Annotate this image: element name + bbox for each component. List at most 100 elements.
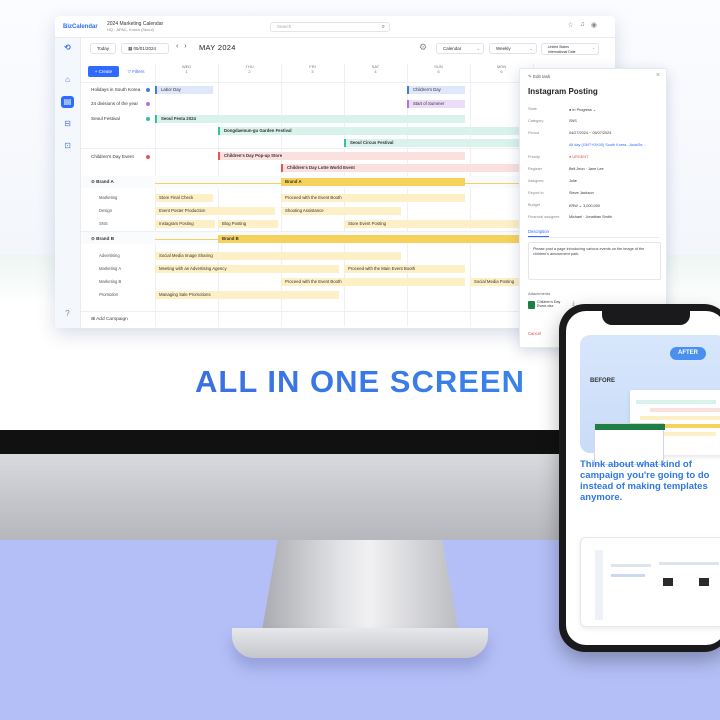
today-button[interactable]: Today (90, 43, 117, 54)
help-icon[interactable]: ? (61, 308, 74, 320)
event-sale-promotions[interactable]: Managing Sale Promotions (155, 291, 339, 299)
priority-value[interactable]: ● URGENT (569, 155, 588, 159)
view-select[interactable]: Calendar ⌄ (436, 43, 484, 54)
event-shooting-assistance[interactable]: Shooting Assistance (281, 207, 401, 215)
period-select[interactable]: Weekly ⌄ (489, 43, 537, 54)
thumb-bar (660, 424, 720, 428)
register-value[interactable]: Bell Jeon · Jane Lee (569, 167, 604, 171)
row-label-promotion[interactable]: Promotion (99, 292, 118, 297)
preview-line (611, 564, 651, 567)
assignee-value[interactable]: Julie (569, 179, 577, 183)
event-seoul-circus[interactable]: Seoul Circus Festival (344, 139, 534, 147)
globe-icon[interactable]: ◉ (591, 21, 597, 29)
field-key: Period (528, 131, 539, 135)
home-icon[interactable]: ⌂ (61, 74, 74, 86)
row-label-seoul-festival[interactable]: Seoul Festival (91, 116, 120, 121)
thumb-header (595, 424, 665, 430)
event-childrens-day[interactable]: Children's Day (407, 86, 465, 94)
briefcase-icon[interactable]: ⊡ (61, 140, 74, 152)
row-label-holidays[interactable]: Holidays in South Korea (91, 87, 140, 92)
task-title[interactable]: Instagram Posting (528, 87, 598, 96)
event-blog-posting[interactable]: Blog Posting (218, 220, 278, 228)
app-logo[interactable]: BizCalendar (63, 24, 107, 30)
event-brand-b[interactable]: Brand B (218, 235, 534, 243)
row-label-marketing-a[interactable]: Marketing A (99, 266, 121, 271)
row-label-marketing-b[interactable]: Marketing B (99, 279, 121, 284)
row-color-dot (146, 117, 150, 121)
create-button[interactable]: + Create (88, 66, 119, 77)
region-select[interactable]: United States International Date ⌄ (541, 43, 599, 55)
day-header: THU 2 (218, 64, 281, 74)
field-key: Category (528, 119, 544, 123)
filters-button[interactable]: ▽ Filters (121, 66, 151, 77)
monitor-stand (262, 540, 458, 630)
row-label-brand-b[interactable]: ⊖ Brand B (91, 236, 114, 242)
day-number: 3 (311, 69, 314, 74)
period-value[interactable]: 04/27/2024 ~ 05/07/2024 (569, 131, 611, 135)
row-color-dot (146, 88, 150, 92)
preview-line (611, 574, 645, 577)
period-select-value: Weekly (496, 46, 511, 51)
row-label-divisions[interactable]: 24 divisions of the year (91, 101, 138, 106)
star-icon[interactable]: ☆ (567, 21, 573, 29)
event-store-final-check[interactable]: Store Final Check (155, 194, 213, 202)
app-home-logo-icon[interactable]: ⟲ (61, 42, 74, 54)
close-icon[interactable]: × (656, 72, 660, 79)
gear-icon[interactable]: ⚙ (419, 42, 427, 53)
cancel-button[interactable]: Cancel (528, 331, 541, 336)
event-popup-store[interactable]: Children's Day Pop-up Store (218, 152, 465, 160)
event-start-of-summer[interactable]: Start of Summer (407, 100, 465, 108)
attachment-file[interactable]: Children's Day Event.xlsx (528, 300, 568, 312)
tab-description[interactable]: Description (528, 229, 549, 237)
allday-timezone[interactable]: All day (GMT+09:00) South Korea - Asia/S… (569, 143, 646, 147)
row-label-design[interactable]: Design (99, 208, 112, 213)
event-dongdaemun-festival[interactable]: Dongdaemun-gu Garden Festival (218, 127, 528, 135)
brand-b-label: Brand B (96, 236, 115, 241)
folder-icon[interactable]: ▤ (61, 96, 74, 108)
row-label-brand-a[interactable]: ⊖ Brand A (91, 179, 114, 185)
event-main-event-booth[interactable]: Proceed with the Main Event Booth (344, 265, 465, 273)
month-label: MAY 2024 (199, 43, 236, 52)
day-number: 1 (185, 69, 188, 74)
add-campaign-label: Add Campaign (96, 317, 128, 322)
event-lotte-world[interactable]: Children's Day Lotte World Event (281, 164, 533, 172)
event-seoul-festa[interactable]: Seoul Festa 2024 (155, 115, 465, 123)
row-label-advertising[interactable]: Advertising (99, 253, 120, 258)
event-agency-meeting[interactable]: Meeting with an Advertising Agency (155, 265, 339, 273)
bell-icon[interactable]: ♫ (580, 21, 585, 29)
financial-assignee-value[interactable]: Michael · Jonathan Smith (569, 215, 612, 219)
calendar-title-block[interactable]: 2024 Marketing Calendar HQ · APAC, Korea… (107, 21, 163, 33)
event-poster-production[interactable]: Event Poster Production (155, 207, 275, 215)
prev-week-icon[interactable]: ‹ (176, 43, 178, 50)
date-input[interactable]: ▦ 05/01/2024 (121, 43, 169, 54)
thumb-bar (650, 408, 720, 412)
budget-value[interactable]: KRW ⌄ 3,000,000 (569, 203, 600, 208)
event-store-event-posting[interactable]: Store Event Posting (344, 220, 534, 228)
inbox-icon[interactable]: ⊟ (61, 118, 74, 130)
phone-tagline: Think about what kind of campaign you're… (580, 459, 710, 503)
event-event-booth-2[interactable]: Proceed with the Event Booth (281, 278, 465, 286)
search-icon: ⌕ (381, 24, 385, 30)
thumb-bar (640, 416, 720, 420)
report-to-value[interactable]: Steve Jackson (569, 191, 594, 195)
state-select[interactable]: ● In Progress ⌄ (569, 107, 596, 112)
field-key: Assignee (528, 179, 544, 183)
event-event-booth[interactable]: Proceed with the Event Booth (281, 194, 465, 202)
description-textarea[interactable]: Please post a page introducing various e… (528, 242, 661, 280)
add-campaign-button[interactable]: ⊞ Add Campaign (91, 317, 128, 322)
event-labor-day[interactable]: Labor Day (155, 86, 213, 94)
category-value[interactable]: SNS (569, 119, 577, 123)
next-week-icon[interactable]: › (184, 43, 186, 50)
panel-header: ✎ Edit task (528, 74, 550, 80)
event-social-image-sharing[interactable]: Social Media Image Sharing (155, 252, 401, 260)
row-label-childrens-day[interactable]: Children's Day Event (91, 154, 134, 159)
search-input[interactable]: Search ⌕ (270, 22, 390, 32)
phone-notch (602, 311, 690, 325)
row-label-marketing[interactable]: Marketing (99, 195, 117, 200)
row-label-sns[interactable]: SNS (99, 221, 108, 226)
event-instagram-posting[interactable]: Instagram Posting (155, 220, 215, 228)
day-number: 5 (437, 69, 440, 74)
region-line2: International Date (548, 49, 576, 54)
event-brand-a[interactable]: Brand A (281, 178, 465, 186)
chevron-down-icon: ⌄ (592, 46, 595, 50)
